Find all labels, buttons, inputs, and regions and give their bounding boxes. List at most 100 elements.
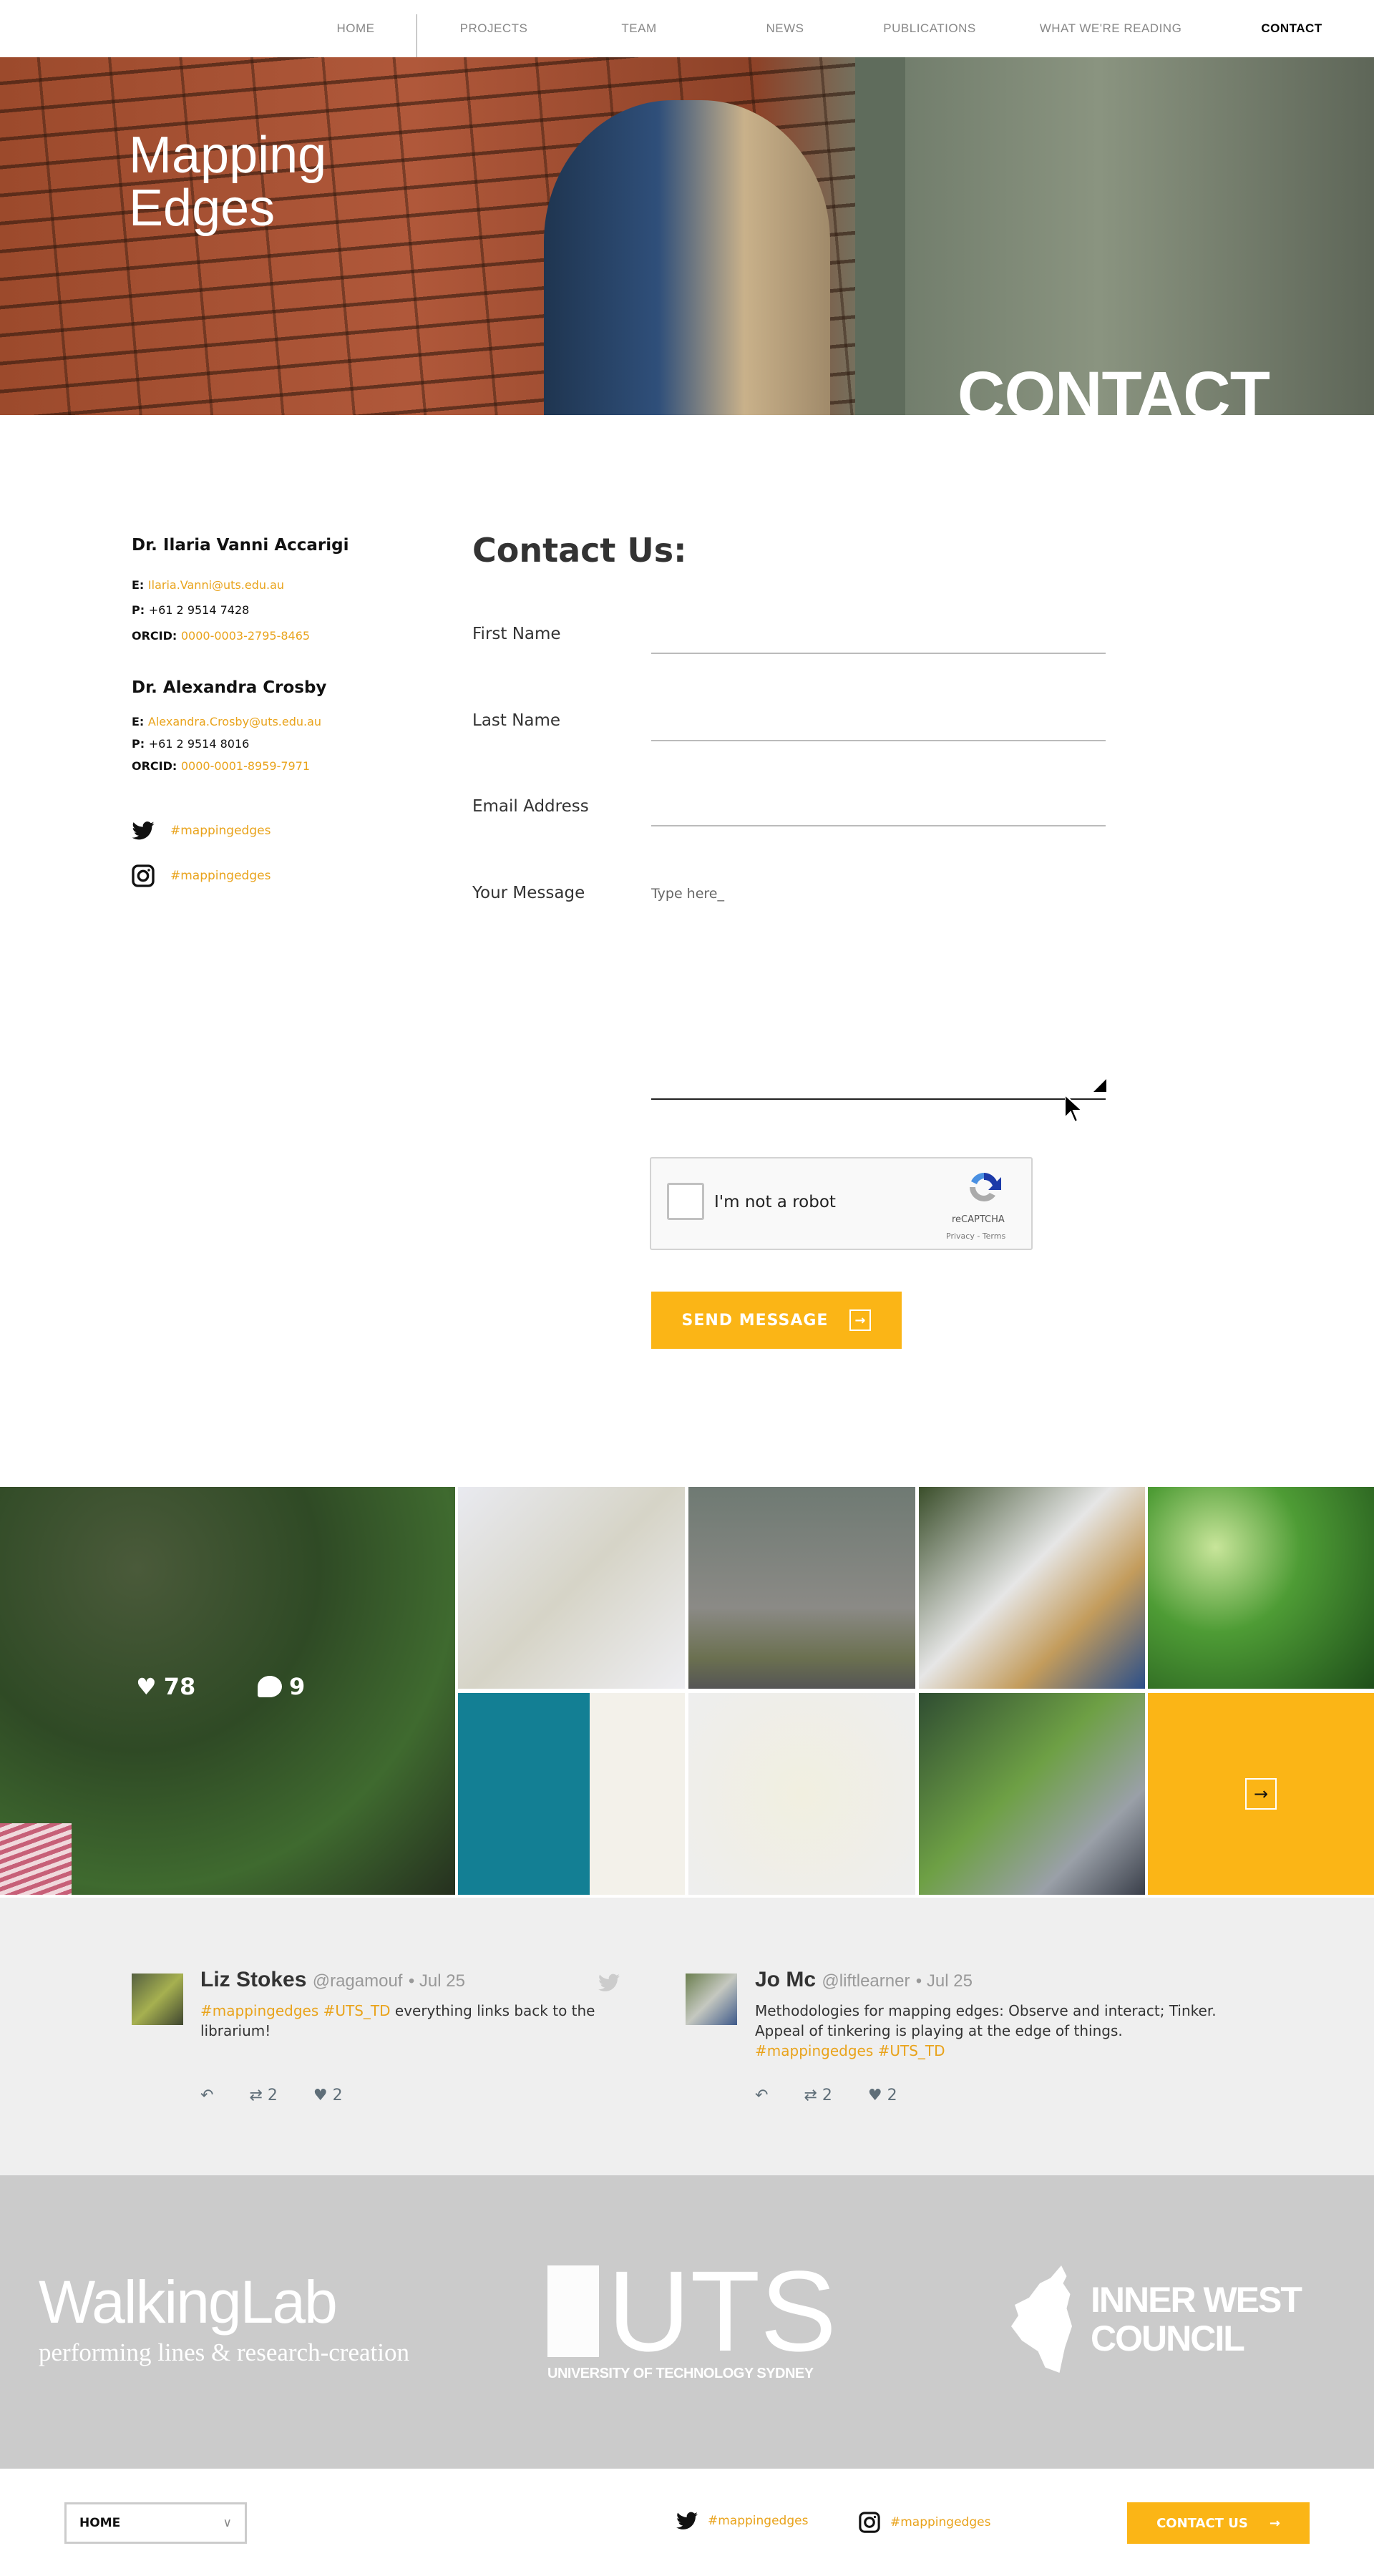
resize-handle-icon[interactable] [1093,1079,1106,1092]
tweet-author-name[interactable]: Liz Stokes [200,1968,306,1991]
council-line-2: COUNCIL [1091,2318,1245,2358]
recaptcha-logo-icon [970,1173,1001,1201]
last-name-input[interactable] [651,740,1106,741]
instagram-icon [132,864,155,887]
twitter-link[interactable]: #mappingedges [132,821,271,840]
tweet-date[interactable]: • Jul 25 [409,1971,465,1991]
twitter-bird-icon [598,1974,620,1991]
retweet-count: 2 [267,2087,278,2104]
message-textarea[interactable] [651,877,1106,1100]
heart-icon: ♥ [867,2087,882,2104]
message-placeholder: Type here_ [651,886,724,902]
arrow-right-icon: → [1245,1778,1277,1810]
retweet-count: 2 [822,2087,832,2104]
recaptcha-widget: I'm not a robot reCAPTCHA Privacy - Term… [650,1157,1033,1250]
retweet-button[interactable]: ⇄ 2 [249,2087,277,2104]
retweet-icon: ⇄ [804,2087,817,2104]
instagram-post[interactable] [458,1693,685,1895]
footer-instagram-handle: #mappingedges [890,2515,991,2529]
nav-contact[interactable]: CONTACT [1261,21,1322,36]
comments-value: 9 [289,1673,306,1700]
uts-logo[interactable]: UTS UNIVERSITY OF TECHNOLOGY SYDNEY [547,2254,837,2382]
footer-page-select[interactable]: HOME ∨ [64,2502,247,2544]
orcid-link[interactable]: 0000-0001-8959-7971 [181,759,310,773]
contact-orcid-row: ORCID: 0000-0003-2795-8465 [132,629,310,643]
orcid-link[interactable]: 0000-0003-2795-8465 [181,629,310,643]
mouse-cursor-icon [1065,1095,1083,1122]
nav-publications[interactable]: PUBLICATIONS [883,21,975,36]
first-name-label: First Name [472,625,561,643]
recaptcha-checkbox[interactable] [667,1183,704,1220]
comment-icon [258,1676,282,1697]
hero-banner: Mapping Edges CONTACT [0,57,1374,415]
top-nav: HOME PROJECTS TEAM NEWS PUBLICATIONS WHA… [0,0,1374,63]
phone-label: P: [132,737,145,751]
tweet-handle[interactable]: @liftlearner [822,1971,910,1991]
footer-twitter-link[interactable]: #mappingedges [676,2512,808,2530]
email-link[interactable]: Alexandra.Crosby@uts.edu.au [148,715,321,728]
contact-us-label: CONTACT US [1156,2515,1248,2531]
tweet-hashtags[interactable]: #mappingedges #UTS_TD [755,2042,945,2059]
email-link[interactable]: Ilaria.Vanni@uts.edu.au [148,578,284,592]
tweet-actions: ↶ ⇄ 2 ♥ 2 [755,2087,897,2104]
instagram-post[interactable] [688,1487,915,1689]
contact-us-button[interactable]: CONTACT US → [1127,2502,1310,2544]
inner-west-council-logo[interactable]: INNER WEST COUNCIL [1008,2265,1302,2373]
tweet-author-name[interactable]: Jo Mc [755,1968,816,1991]
reply-icon[interactable]: ↶ [755,2087,768,2104]
phone-value: +61 2 9514 7428 [148,603,250,617]
nav-home[interactable]: HOME [337,21,375,36]
nav-team[interactable]: TEAM [621,21,656,36]
page-title: CONTACT [958,358,1270,415]
tweet-avatar [132,1974,183,2025]
comments-count: 9 [258,1673,305,1700]
instagram-post-large[interactable]: ♥ 78 9 [0,1487,455,1895]
heart-icon: ♥ [136,1673,157,1700]
likes-count: ♥ 78 [136,1673,195,1700]
reply-icon[interactable]: ↶ [200,2087,213,2104]
sleeve-detail [0,1823,72,1895]
partner-logos: WalkingLab performing lines & research-c… [0,2175,1374,2469]
tweet-date[interactable]: • Jul 25 [916,1971,973,1991]
council-line-1: INNER WEST [1091,2280,1302,2320]
like-button[interactable]: ♥ 2 [868,2087,897,2104]
email-input[interactable] [651,825,1106,826]
message-label: Your Message [472,884,585,902]
send-message-button[interactable]: SEND MESSAGE → [651,1292,902,1349]
arrow-right-icon: → [1269,2515,1280,2531]
orcid-label: ORCID: [132,759,177,773]
like-button[interactable]: ♥ 2 [313,2087,343,2104]
retweet-button[interactable]: ⇄ 2 [804,2087,832,2104]
tweet-author: Jo Mc @liftlearner • Jul 25 [755,1968,973,1992]
select-value: HOME [79,2516,121,2530]
orcid-label: ORCID: [132,629,177,643]
twitter-icon [676,2512,698,2529]
walkinglab-logo[interactable]: WalkingLab performing lines & research-c… [39,2270,409,2367]
instagram-post[interactable] [688,1693,915,1895]
council-map-icon [1011,2265,1072,2373]
uts-subtitle: UNIVERSITY OF TECHNOLOGY SYDNEY [547,2366,814,2381]
contact-email-row: E: Ilaria.Vanni@uts.edu.au [132,578,284,592]
instagram-link[interactable]: #mappingedges [132,864,271,887]
contact-phone-row: P: +61 2 9514 8016 [132,737,249,751]
tweet-hashtags[interactable]: #mappingedges #UTS_TD [200,2002,391,2019]
tweet-avatar [686,1974,737,2025]
instagram-post[interactable] [1148,1487,1374,1689]
hero-pole-image [855,57,905,415]
nav-reading[interactable]: WHAT WE'RE READING [1040,21,1182,36]
nav-news[interactable]: NEWS [766,21,804,36]
nav-projects[interactable]: PROJECTS [460,21,528,36]
email-label: E: [132,578,145,592]
tweet-handle[interactable]: @ragamouf [313,1971,403,1991]
instagram-post[interactable] [919,1693,1145,1895]
footer-instagram-link[interactable]: #mappingedges [859,2512,990,2533]
contact-name: Dr. Alexandra Crosby [132,678,327,697]
recaptcha-privacy-terms[interactable]: Privacy - Terms [946,1231,1005,1241]
first-name-input[interactable] [651,653,1106,654]
phone-value: +61 2 9514 8016 [148,737,250,751]
instagram-post[interactable] [919,1487,1145,1689]
site-logo[interactable]: Mapping Edges [129,129,326,235]
logo-line-2: Edges [129,180,276,237]
instagram-more-button[interactable]: → [1148,1693,1374,1895]
instagram-post[interactable] [458,1487,685,1689]
